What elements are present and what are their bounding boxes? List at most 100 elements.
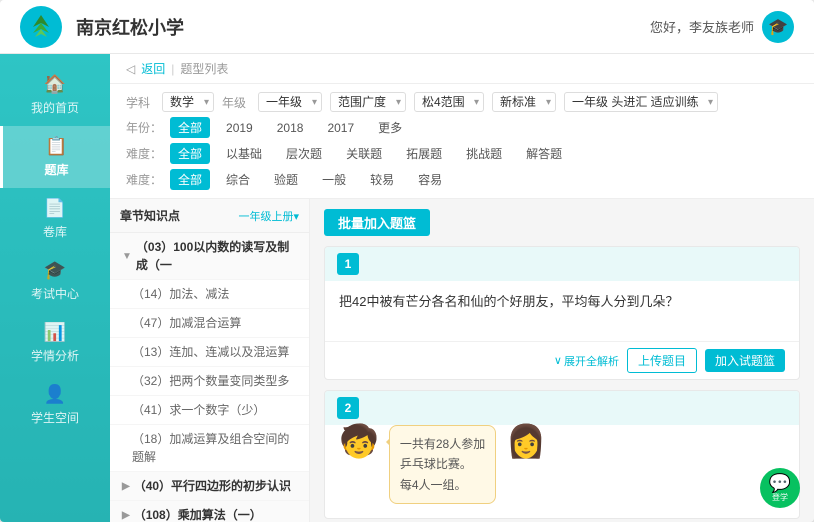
filter-row-difficulty: 难度： 全部 以基础 层次题 关联题 拓展题 挑战题 解答题	[126, 143, 798, 164]
question-card-2: 2 🧒 一共有28人参加 乒乓球比赛。 每4人一组。 👩	[324, 390, 800, 519]
tree-child-2[interactable]: （47）加减混合运算	[110, 309, 309, 338]
wechat-label: 登学	[772, 492, 788, 503]
scope-select[interactable]: 范围广度	[330, 92, 406, 112]
top-bar: 南京红松小学 您好，李友族老师 🎓	[0, 0, 814, 54]
sidebar-item-learning-analysis[interactable]: 📊 学情分析	[0, 312, 110, 374]
tree-child-1[interactable]: （14）加法、减法	[110, 280, 309, 309]
school-name: 南京红松小学	[76, 14, 650, 40]
breadcrumb-arrow-icon: ◁	[126, 62, 135, 76]
speech-line-3: 每4人一组。	[400, 475, 485, 495]
student-icon: 👤	[44, 384, 66, 405]
sidebar-item-my-home[interactable]: 🏠 我的首页	[0, 64, 110, 126]
user-avatar: 🎓	[762, 11, 794, 43]
subject-label: 学科	[126, 94, 154, 111]
sidebar-label-learning-analysis: 学情分析	[31, 347, 79, 364]
sidebar-item-exam-center[interactable]: 🎓 考试中心	[0, 250, 110, 312]
sidebar: 🏠 我的首页 📋 题库 📄 卷库 🎓 考试中心 📊 学情分析 👤 学生空	[0, 54, 110, 522]
tree-child-3[interactable]: （13）连加、连减以及混运算	[110, 338, 309, 367]
tree-header: 章节知识点 一年级上册▾	[110, 199, 309, 233]
tree-arrow-icon: ▼	[122, 249, 132, 264]
wechat-badge[interactable]: 💬 登学	[760, 468, 800, 508]
tree-parent-3-label: （108）乘加算法（一）	[134, 506, 262, 522]
sidebar-label-exam-center: 考试中心	[31, 285, 79, 302]
sidebar-item-papers[interactable]: 📄 卷库	[0, 188, 110, 250]
type-4[interactable]: 较易	[362, 169, 402, 190]
right-panel-header: 批量加入题篮	[324, 209, 800, 236]
diff-all[interactable]: 全部	[170, 143, 210, 164]
year-2017[interactable]: 2017	[319, 119, 362, 137]
sidebar-label-questions: 题库	[44, 161, 68, 178]
standard-select[interactable]: 新标准	[492, 92, 556, 112]
diff-1[interactable]: 以基础	[218, 143, 270, 164]
knowledge-tree-panel: 章节知识点 一年级上册▾ ▼ （03）100以内数的读写及制成（一 （14）加法…	[110, 199, 310, 522]
speech-bubble: 一共有28人参加 乒乓球比赛。 每4人一组。	[389, 425, 496, 504]
sidebar-item-questions[interactable]: 📋 题库	[0, 126, 110, 188]
standard-value-select[interactable]: 一年级 头进汇 适应训练	[564, 92, 718, 112]
tree-child-6[interactable]: （18）加减运算及组合空间的题解	[110, 425, 309, 472]
scope-value-select[interactable]: 松4范围	[414, 92, 484, 112]
question-1-text: 把42中被有芒分各名和仙的个好朋友，平均每人分到几朵？	[339, 294, 678, 309]
diff-3[interactable]: 关联题	[338, 143, 390, 164]
year-more[interactable]: 更多	[370, 117, 410, 138]
diff-2[interactable]: 层次题	[278, 143, 330, 164]
expand-solution-button[interactable]: ∨ 展开全解析	[554, 353, 619, 369]
year-all[interactable]: 全部	[170, 117, 210, 138]
grade-select[interactable]: 一年级	[258, 92, 322, 112]
breadcrumb: ◁ 返回 | 题型列表	[110, 54, 814, 84]
breadcrumb-separator: |	[171, 62, 174, 76]
question-2-number: 2	[337, 397, 359, 419]
difficulty-label: 难度：	[126, 145, 162, 162]
subject-select[interactable]: 数学	[162, 92, 214, 112]
type-2[interactable]: 验题	[266, 169, 306, 190]
diff-5[interactable]: 挑战题	[458, 143, 510, 164]
tree-title: 章节知识点	[120, 207, 180, 224]
type-1[interactable]: 综合	[218, 169, 258, 190]
add-basket-button[interactable]: 加入试题篮	[705, 349, 785, 372]
filter-bar: 学科 数学 年级 一年级 范围广度	[110, 84, 814, 199]
question-1-number: 1	[337, 253, 359, 275]
year-label: 年份：	[126, 119, 162, 136]
sidebar-label-my-home: 我的首页	[31, 99, 79, 116]
tree-parent-1[interactable]: ▼ （03）100以内数的读写及制成（一	[110, 233, 309, 280]
expand-label: 展开全解析	[564, 353, 619, 369]
type-3[interactable]: 一般	[314, 169, 354, 190]
tree-arrow-icon-2: ▶	[122, 479, 130, 494]
user-info: 您好，李友族老师 🎓	[650, 11, 794, 43]
questions-icon: 📋	[45, 136, 67, 157]
figure-left-icon: 🧒	[339, 425, 379, 457]
breadcrumb-back[interactable]: 返回	[141, 60, 165, 77]
sidebar-item-student-space[interactable]: 👤 学生空间	[0, 374, 110, 436]
question-2-sketch: 🧒 一共有28人参加 乒乓球比赛。 每4人一组。 👩	[325, 425, 799, 518]
breadcrumb-current: 题型列表	[180, 60, 228, 77]
year-2018[interactable]: 2018	[269, 119, 312, 137]
tree-grade-select[interactable]: 一年级上册▾	[238, 208, 299, 224]
question-card-1: 1 把42中被有芒分各名和仙的个好朋友，平均每人分到几朵？ ∨ 展开全解析 上传…	[324, 246, 800, 380]
tree-arrow-icon-3: ▶	[122, 508, 130, 522]
school-logo	[20, 6, 62, 48]
tree-child-4[interactable]: （32）把两个数量变同类型多	[110, 367, 309, 396]
tree-parent-1-label: （03）100以内数的读写及制成（一	[136, 238, 299, 274]
tree-parent-3[interactable]: ▶ （108）乘加算法（一）	[110, 501, 309, 522]
upload-question-button[interactable]: 上传题目	[627, 348, 697, 373]
diff-4[interactable]: 拓展题	[398, 143, 450, 164]
wechat-icon: 💬	[769, 474, 791, 492]
speech-line-2: 乒乓球比赛。	[400, 454, 485, 474]
tree-child-5[interactable]: （41）求一个数字（少）	[110, 396, 309, 425]
sidebar-label-student-space: 学生空间	[31, 409, 79, 426]
papers-icon: 📄	[44, 198, 66, 219]
diff-6[interactable]: 解答题	[518, 143, 570, 164]
filter-row-1: 学科 数学 年级 一年级 范围广度	[126, 92, 798, 112]
year-2019[interactable]: 2019	[218, 119, 261, 137]
type-all[interactable]: 全部	[170, 169, 210, 190]
type-label: 难度：	[126, 171, 162, 188]
user-greeting: 您好，李友族老师	[650, 17, 754, 36]
analysis-icon: 📊	[44, 322, 66, 343]
grade-label: 年级	[222, 94, 250, 111]
question-2-header: 2	[325, 391, 799, 425]
exam-icon: 🎓	[44, 260, 66, 281]
speech-line-1: 一共有28人参加	[400, 434, 485, 454]
tree-parent-2[interactable]: ▶ （40）平行四边形的初步认识	[110, 472, 309, 501]
filter-row-type: 难度： 全部 综合 验题 一般 较易 容易	[126, 169, 798, 190]
type-5[interactable]: 容易	[410, 169, 450, 190]
home-icon: 🏠	[44, 74, 66, 95]
